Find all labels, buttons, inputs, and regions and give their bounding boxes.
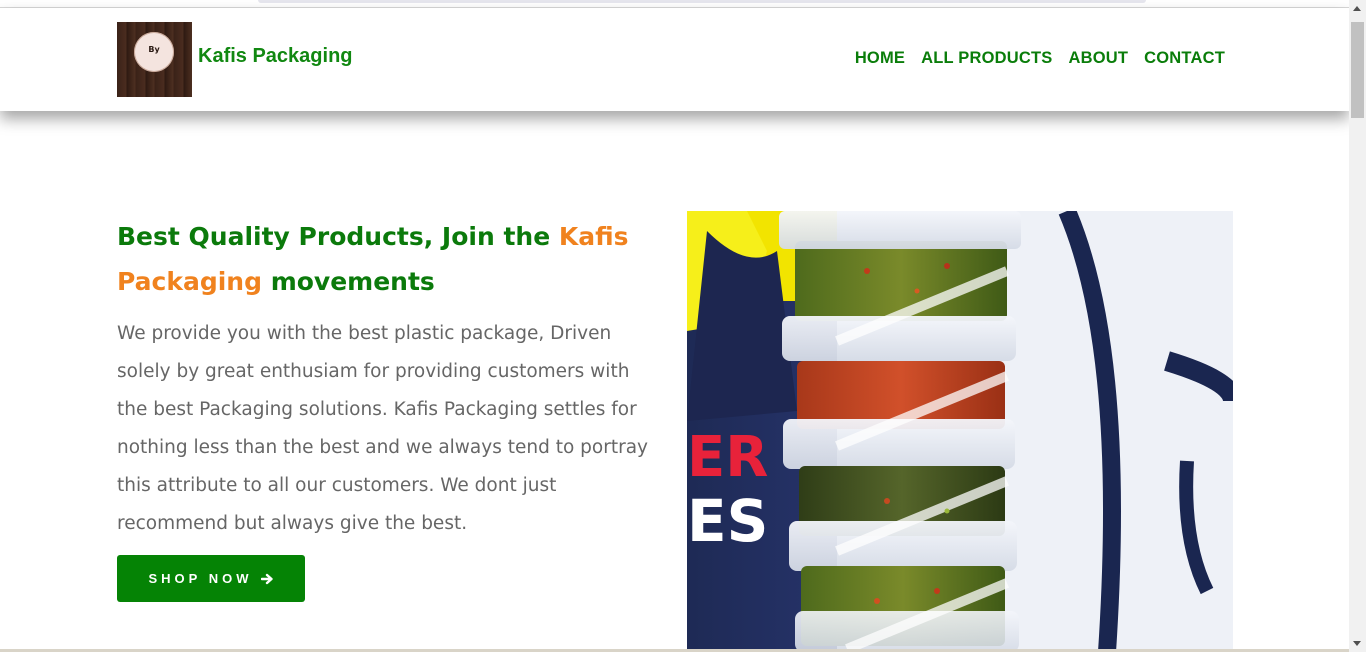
shop-now-label: SHOP NOW (148, 571, 253, 586)
arrow-right-icon (260, 573, 273, 584)
nav-item-about[interactable]: ABOUT (1068, 49, 1128, 68)
headline-part-1: Best Quality Products, Join the (117, 222, 559, 251)
image-banner-text-1: ER (687, 425, 768, 490)
brand-logo[interactable]: By (117, 22, 192, 97)
vertical-scrollbar[interactable] (1349, 0, 1366, 652)
hero-text-block: Best Quality Products, Join the Kafis Pa… (117, 214, 662, 543)
scroll-up-arrow-icon[interactable] (1353, 6, 1361, 11)
navbar: By Kafis Packaging HOME ALL PRODUCTS ABO… (0, 8, 1349, 111)
nav-item-all-products[interactable]: ALL PRODUCTS (921, 49, 1052, 68)
scroll-down-arrow-icon[interactable] (1353, 641, 1361, 646)
headline-part-2: movements (262, 267, 435, 296)
nav-item-home[interactable]: HOME (855, 49, 905, 68)
scrollbar-thumb[interactable] (1351, 22, 1364, 118)
hero-product-image: ER ES (687, 211, 1233, 652)
stacked-containers-illustration: ER ES (687, 211, 1233, 652)
browser-top-strip (0, 0, 1349, 8)
logo-text: By (148, 45, 160, 54)
hero-description: We provide you with the best plastic pac… (117, 323, 648, 534)
image-banner-text-2: ES (687, 487, 768, 555)
nav-item-contact[interactable]: CONTACT (1144, 49, 1225, 68)
shop-now-button[interactable]: SHOP NOW (117, 555, 305, 602)
main-menu: HOME ALL PRODUCTS ABOUT CONTACT (855, 49, 1225, 68)
brand-name[interactable]: Kafis Packaging (198, 45, 353, 68)
hero-headline: Best Quality Products, Join the Kafis Pa… (117, 214, 662, 304)
logo-plate-icon: By (134, 32, 174, 72)
browser-tab-indicator (258, 0, 1146, 3)
